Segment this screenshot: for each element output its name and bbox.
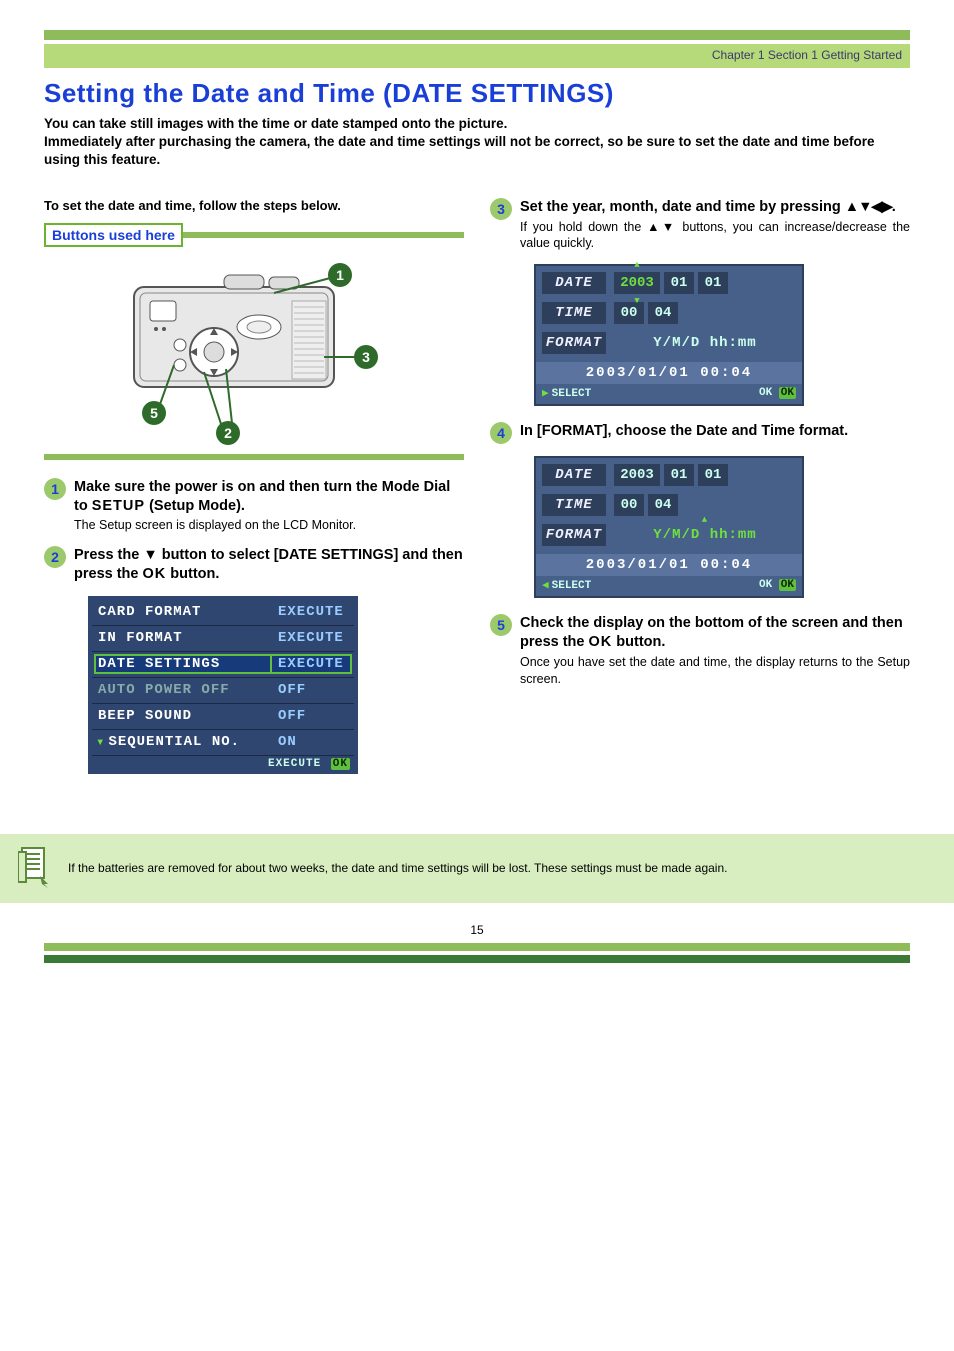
step-4-title: In [FORMAT], choose the Date and Time fo… xyxy=(520,422,910,441)
menu-row: IN FORMATEXECUTE xyxy=(92,626,354,652)
step-5-title: Check the display on the bottom of the s… xyxy=(520,614,910,652)
callout-1: 1 xyxy=(336,267,344,283)
step-number: 1 xyxy=(44,478,66,500)
menu-row: CARD FORMATEXECUTE xyxy=(92,600,354,626)
ds-footer: ▶SELECT OK OK xyxy=(542,384,796,402)
step-number: 4 xyxy=(490,422,512,444)
callout-2: 2 xyxy=(224,425,232,441)
page-number: 15 xyxy=(44,923,910,937)
step-number: 5 xyxy=(490,614,512,636)
step-4: 4 In [FORMAT], choose the Date and Time … xyxy=(490,422,910,444)
step-3: 3 Set the year, month, date and time by … xyxy=(490,198,910,253)
buttons-used-label: Buttons used here xyxy=(44,223,183,247)
page-title: Setting the Date and Time (DATE SETTINGS… xyxy=(44,78,910,109)
step-5: 5 Check the display on the bottom of the… xyxy=(490,614,910,687)
step-3-desc: If you hold down the ▲▼ buttons, you can… xyxy=(520,219,910,253)
step-3-title: Set the year, month, date and time by pr… xyxy=(520,198,910,217)
date-settings-screenshot-2: DATE 2003 01 01 TIME 00 04 FORMAT xyxy=(534,456,804,598)
step-number: 2 xyxy=(44,546,66,568)
menu-row: AUTO POWER OFFOFF xyxy=(92,678,354,704)
right-column: 3 Set the year, month, date and time by … xyxy=(490,198,910,774)
note-icon xyxy=(18,846,54,891)
note-box: If the batteries are removed for about t… xyxy=(0,834,954,903)
step-2-title: Press the ▼ button to select [DATE SETTI… xyxy=(74,546,464,584)
camera-diagram: 1 3 5 2 xyxy=(44,249,464,460)
step-5-desc: Once you have set the date and time, the… xyxy=(520,654,910,688)
footer-bars xyxy=(44,943,910,963)
left-column: To set the date and time, follow the ste… xyxy=(44,198,464,774)
breadcrumb-row: Chapter 1 Section 1 Getting Started xyxy=(44,44,910,68)
note-text: If the batteries are removed for about t… xyxy=(68,861,727,875)
buttons-used-heading: Buttons used here xyxy=(44,223,464,247)
callout-5: 5 xyxy=(150,405,158,421)
step-1: 1 Make sure the power is on and then tur… xyxy=(44,478,464,535)
header-bars xyxy=(44,30,910,40)
callout-3: 3 xyxy=(362,349,370,365)
menu-row: BEEP SOUNDOFF xyxy=(92,704,354,730)
ds-footer: ◀SELECT OK OK xyxy=(542,576,796,594)
date-settings-screenshot-1: DATE 2003 01 01 TIME 00 04 FORMAT xyxy=(534,264,804,406)
menu-row-selected: DATE SETTINGSEXECUTE xyxy=(92,652,354,678)
step-number: 3 xyxy=(490,198,512,220)
lead-text: To set the date and time, follow the ste… xyxy=(44,198,464,213)
menu-row: ▾SEQUENTIAL NO.ON xyxy=(92,730,354,756)
menu-footer: EXECUTE OK xyxy=(92,756,354,770)
intro-text: You can take still images with the time … xyxy=(44,115,910,170)
step-1-desc: The Setup screen is displayed on the LCD… xyxy=(74,517,464,534)
setup-menu-screenshot: CARD FORMATEXECUTE IN FORMATEXECUTE DATE… xyxy=(88,596,358,774)
step-1-title: Make sure the power is on and then turn … xyxy=(74,478,464,516)
breadcrumb: Chapter 1 Section 1 Getting Started xyxy=(712,48,902,62)
step-2: 2 Press the ▼ button to select [DATE SET… xyxy=(44,546,464,584)
